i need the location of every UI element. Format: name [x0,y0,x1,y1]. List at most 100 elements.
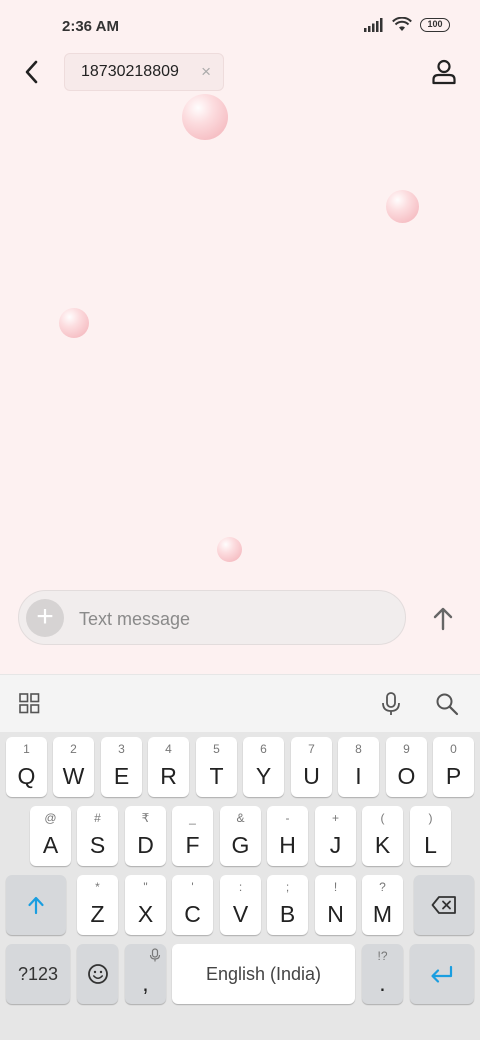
key-b[interactable]: ; B [267,875,308,935]
key-label: V [232,901,249,927]
space-key[interactable]: English (India) [172,944,355,1004]
key-c[interactable]: ' C [172,875,213,935]
backspace-key[interactable] [414,875,474,935]
key-label: I [355,763,362,789]
key-label: S [89,832,106,858]
back-button[interactable] [18,58,46,86]
key-hint: ! [333,880,338,894]
key-hint: - [285,811,290,825]
search-icon [436,693,459,716]
key-label: , [142,970,149,996]
key-hint: 5 [213,742,220,756]
key-label: . [379,970,386,996]
key-label: P [445,763,462,789]
key-n[interactable]: ! N [315,875,356,935]
key-o[interactable]: 9O [386,737,427,797]
grid-icon [19,693,40,714]
key-h[interactable]: -H [267,806,308,866]
key-label: B [279,901,296,927]
key-hint: # [94,811,101,825]
key-label: U [303,763,320,789]
key-label: X [137,901,154,927]
key-hint: @ [44,811,57,825]
key-label: J [329,832,342,858]
key-hint: 7 [308,742,315,756]
key-e[interactable]: 3E [101,737,142,797]
backspace-icon [431,896,456,914]
battery-icon: 100 [420,17,450,32]
key-hint: 1 [23,742,30,756]
shift-icon [28,896,44,915]
key-label: E [113,763,130,789]
space-key-label: English (India) [205,963,322,984]
key-label: Q [17,763,36,789]
key-g[interactable]: & G [220,806,261,866]
shift-key[interactable] [6,875,66,935]
status-icons: 100 [364,17,450,32]
key-label: D [137,832,154,858]
key-u[interactable]: 7U [291,737,332,797]
person-icon [432,59,456,85]
symbols-key[interactable]: ?123 [6,944,70,1004]
key-l[interactable]: ) L [410,806,451,866]
signal-icon [364,17,383,32]
key-s[interactable]: # S [77,806,118,866]
key-label: Y [255,763,272,789]
key-hint: ₹ [141,811,150,825]
decorative-bubble [59,308,89,338]
arrow-up-icon [433,607,453,631]
recipient-chip[interactable]: 18730218809 × [64,53,224,91]
attach-button[interactable]: + [26,599,64,637]
period-key[interactable]: !? . [362,944,403,1004]
grid-button[interactable] [18,691,44,717]
key-x[interactable]: " X [125,875,166,935]
key-a[interactable]: @ A [30,806,71,866]
key-hint: 2 [70,742,77,756]
key-f[interactable]: _ F [172,806,213,866]
send-button[interactable] [428,604,458,634]
key-hint: 9 [403,742,410,756]
comma-key[interactable]: , [125,944,166,1004]
key-v[interactable]: :V [220,875,261,935]
key-r[interactable]: 4R [148,737,189,797]
key-hint: ( [380,811,385,825]
key-hint: ? [379,880,386,894]
key-j[interactable]: + J [315,806,356,866]
decorative-bubble [182,94,228,140]
key-m[interactable]: ? M [362,875,403,935]
key-hint: 3 [118,742,125,756]
key-i[interactable]: 8I [338,737,379,797]
keyboard-search-button[interactable] [434,691,460,717]
key-q[interactable]: 1Q [6,737,47,797]
recipient-number: 18730218809 [81,63,179,80]
key-d[interactable]: ₹ D [125,806,166,866]
key-hint: ' [191,880,194,894]
key-hint: & [236,811,245,825]
remove-recipient-button[interactable]: × [201,62,211,82]
key-k[interactable]: (K [362,806,403,866]
key-w[interactable]: 2W [53,737,94,797]
key-y[interactable]: 6Y [243,737,284,797]
key-hint: " [143,880,148,894]
decorative-bubble [217,537,242,562]
key-hint: !? [377,949,388,963]
emoji-key[interactable] [77,944,118,1004]
key-label: F [185,832,200,858]
key-hint: + [331,811,339,825]
key-t[interactable]: 5T [196,737,237,797]
key-label: N [327,901,344,927]
key-label: L [424,832,437,858]
voice-input-button[interactable] [378,691,404,717]
keyboard-toolbar [0,674,480,732]
status-time: 2:36 AM [62,18,119,35]
message-input[interactable] [77,601,381,637]
key-label: T [209,763,224,789]
key-z[interactable]: * Z [77,875,118,935]
keyboard: 1Q 2W 3E 4R 5T 6Y 7U 8I 9O 0P @ A # S ₹ D _… [0,732,480,1040]
wifi-icon [392,17,412,31]
key-p[interactable]: 0P [433,737,474,797]
key-hint: * [95,880,100,894]
key-label: C [184,901,201,927]
contact-button[interactable] [430,58,458,86]
enter-key[interactable] [410,944,474,1004]
